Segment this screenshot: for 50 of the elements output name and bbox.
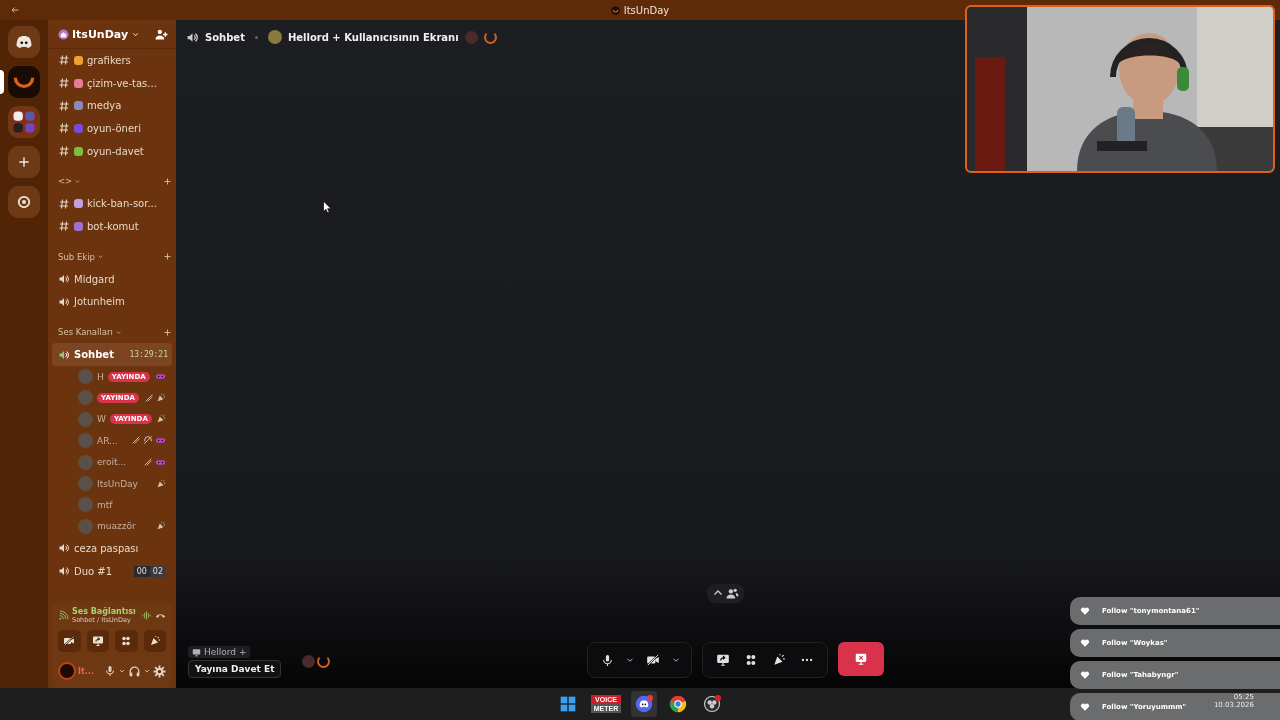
category-title[interactable]: Sub Ekip: [58, 251, 95, 262]
channel-name: kick-ban-sor...: [87, 198, 157, 210]
member-name: eroit...: [97, 457, 127, 468]
channel-name: Midgard: [74, 273, 115, 285]
user-count: 02: [149, 565, 166, 577]
channel-item[interactable]: kick-ban-sor...: [52, 192, 172, 216]
voice-member[interactable]: eroit...: [52, 451, 172, 473]
user-name: It...: [78, 666, 94, 676]
call-timer: 13:29:21: [129, 350, 169, 360]
channel-item[interactable]: Midgard: [52, 267, 172, 291]
channel-item[interactable]: oyun-öneri: [52, 117, 172, 140]
category-title[interactable]: Ses Kanalları: [58, 327, 113, 338]
member-name: ItsUnDay: [97, 478, 138, 489]
stream-label: Hellord +: [188, 646, 251, 658]
channel-name: oyun-davet: [87, 145, 144, 157]
channel-name: oyun-öneri: [87, 122, 141, 134]
channel-name: medya: [87, 100, 122, 112]
category-title[interactable]: <>: [58, 176, 73, 187]
voice-member[interactable]: AR...: [52, 430, 172, 452]
channel-name: grafikers: [87, 54, 131, 66]
channel-item[interactable]: grafikers: [52, 49, 172, 72]
invite-tooltip: Yayına Davet Et: [188, 660, 282, 678]
voice-member[interactable]: muazzör: [52, 515, 172, 537]
channel-item[interactable]: oyun-davet: [52, 139, 172, 163]
channel-name: Sohbet: [74, 349, 114, 361]
stream-title: Hellord + Kullanıcısının Ekranı: [287, 31, 459, 43]
channel-name: Duo #1: [74, 565, 113, 577]
channel-item[interactable]: çizim-ve-tas...: [52, 71, 172, 95]
server-name[interactable]: ItsUnDay: [72, 27, 129, 41]
channel-title: Sohbet: [205, 31, 245, 43]
channel-name: bot-komut: [87, 220, 139, 232]
member-name: AR...: [97, 435, 118, 446]
channel-item[interactable]: Sohbet 13:29:21: [52, 343, 172, 366]
member-name: H: [97, 371, 104, 382]
channel-name: ceza paspası: [74, 542, 139, 554]
channel-item[interactable]: bot-komut: [52, 215, 172, 238]
member-name: muazzör: [97, 521, 136, 532]
channel-item[interactable]: medya: [52, 94, 172, 118]
channel-name: Jotunheim: [74, 296, 125, 308]
connection-status: Ses Bağlantısı: [72, 607, 137, 616]
member-name: W: [97, 414, 106, 425]
user-count: 00: [133, 565, 150, 577]
voice-member[interactable]: ItsUnDay: [52, 472, 172, 495]
voice-member[interactable]: mtf: [52, 494, 172, 516]
channel-name: çizim-ve-tas...: [87, 77, 157, 89]
window-title: ItsUnDay: [623, 4, 670, 16]
channel-item[interactable]: Duo #1 00 02: [52, 559, 172, 583]
channel-item[interactable]: ceza paspası: [52, 537, 172, 560]
channel-item[interactable]: Jotunheim: [52, 290, 172, 314]
member-name: mtf: [97, 499, 113, 510]
